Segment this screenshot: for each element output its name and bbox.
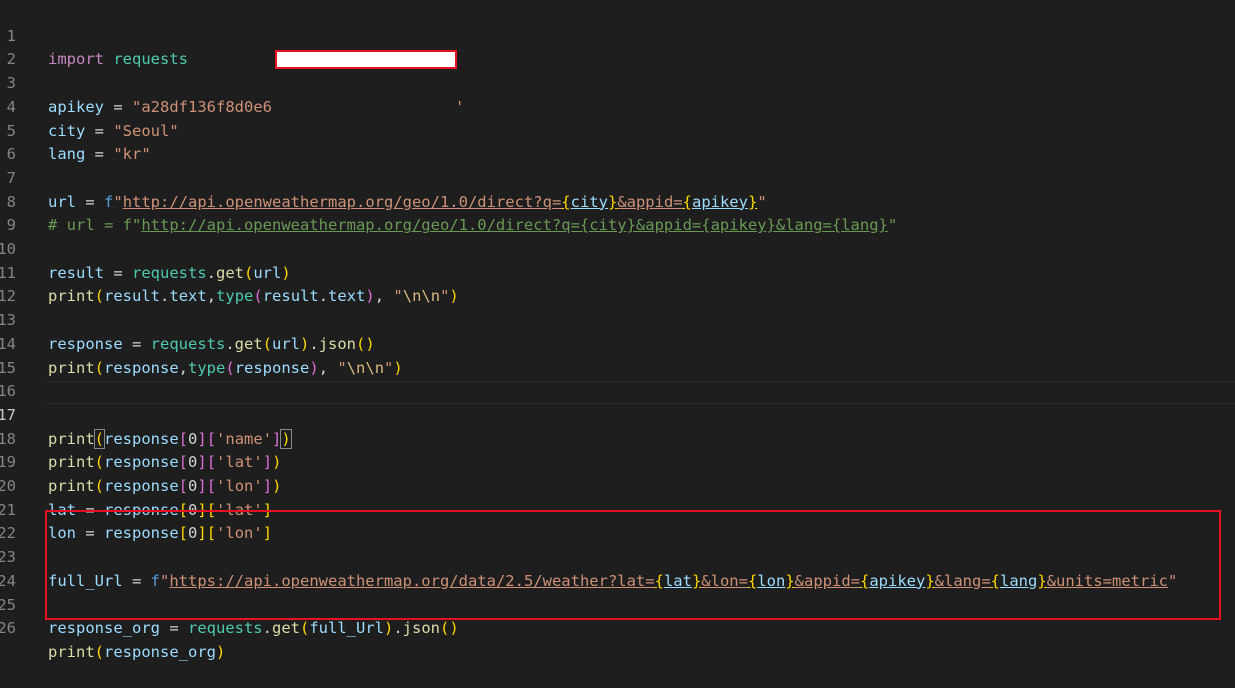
annotation-highlight-box <box>45 510 1221 620</box>
code-editor[interactable]: 1 import requests 2 3 apikey = "a28df136… <box>0 0 1235 661</box>
code-line-12[interactable]: 12 <box>0 262 1235 305</box>
paren: () <box>440 619 459 638</box>
code-line-4[interactable]: 4 city = "Seoul" <box>0 72 1235 140</box>
redaction-box <box>275 50 457 69</box>
code-line-9[interactable]: 9 <box>0 191 1235 234</box>
code-line-15[interactable]: 15 <box>0 333 1235 377</box>
code-line-20[interactable]: 20 lat = response[0]['lat'] <box>0 451 1235 519</box>
line-number: 26 <box>0 619 16 638</box>
module-name: requests <box>187 619 263 638</box>
operator: = <box>159 619 188 638</box>
paren: ( <box>94 642 105 661</box>
function-name: get <box>271 619 300 638</box>
code-line-6[interactable]: 6 <box>0 120 1235 163</box>
operator: . <box>262 619 272 638</box>
code-line-18[interactable]: 18 print(response[0]['lat']) <box>0 404 1235 472</box>
code-line-19[interactable]: 19 print(response[0]['lon']) <box>0 428 1235 495</box>
code-line-10[interactable]: 10 result = requests.get(url) <box>0 214 1235 282</box>
variable: response_org <box>104 642 216 661</box>
paren: ) <box>216 642 226 661</box>
function-name: print <box>48 642 95 661</box>
variable: full_Url <box>309 619 384 638</box>
code-line-13[interactable]: 13 response = requests.get(url).json() <box>0 285 1235 353</box>
code-line-3[interactable]: 3 apikey = "a28df136f8d0e6 ' <box>0 48 1235 116</box>
code-line-7[interactable]: 7 url = f"http://api.openweathermap.org/… <box>0 143 1235 211</box>
code-line-5[interactable]: 5 lang = "kr" <box>0 96 1235 164</box>
code-line-16[interactable]: 16 <box>0 357 1235 400</box>
code-line-8[interactable]: 8 # url = f"http://api.openweathermap.or… <box>0 167 1235 235</box>
code-line-11[interactable]: 11 print(result.text,type(result.text), … <box>0 238 1235 306</box>
paren: ( <box>299 619 310 638</box>
paren: ) <box>383 619 394 638</box>
function-name: json <box>402 619 440 638</box>
code-line-21[interactable]: 21 lon = response[0]['lon'] <box>0 475 1235 543</box>
code-line-2[interactable]: 2 <box>0 25 1235 68</box>
code-line-1[interactable]: 1 import requests <box>0 1 1235 69</box>
code-line-17[interactable]: 17 print(response[0]['name']) <box>0 380 1235 449</box>
code-line-14[interactable]: 14 print(response,type(response), "\n\n"… <box>0 309 1235 377</box>
variable: response_org <box>48 619 160 638</box>
operator: . <box>393 619 403 638</box>
